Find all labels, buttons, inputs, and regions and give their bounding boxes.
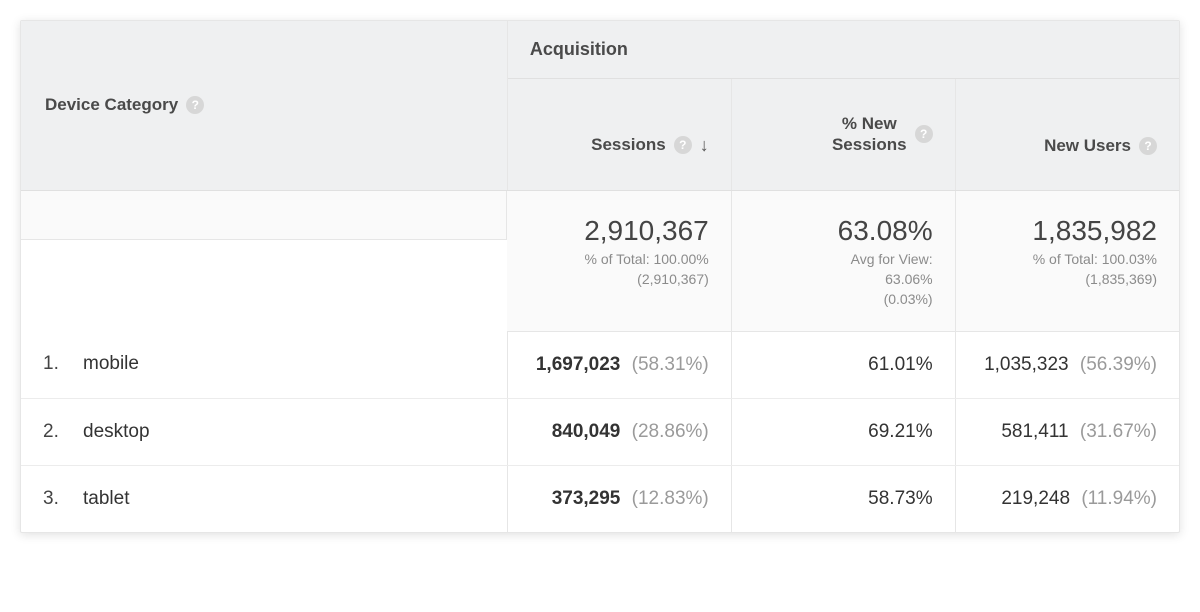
new-users-header-label: New Users — [1044, 136, 1131, 156]
pct-new-value: 58.73% — [868, 488, 932, 509]
sessions-pct: (58.31%) — [632, 354, 709, 375]
totals-sessions-value: 2,910,367 — [529, 215, 708, 247]
sessions-value: 373,295 — [552, 488, 621, 509]
pct-new-value: 61.01% — [868, 354, 932, 375]
pct-new-cell: 58.73% — [731, 465, 955, 532]
header-row-1: Device Category Acquisition — [21, 21, 1179, 79]
new-users-cell: 219,248 (11.94%) — [955, 465, 1179, 532]
dimension-header[interactable]: Device Category — [21, 21, 507, 190]
new-users-column-header[interactable]: New Users — [955, 79, 1179, 191]
dimension-cell: 2. desktop — [21, 398, 507, 465]
new-users-cell: 581,411 (31.67%) — [955, 398, 1179, 465]
pct-new-cell: 61.01% — [731, 331, 955, 398]
pct-new-sessions-column-header[interactable]: % New Sessions — [731, 79, 955, 191]
acquisition-group-label: Acquisition — [530, 39, 628, 59]
help-icon[interactable] — [186, 96, 204, 114]
totals-sessions-sub1: % of Total: 100.00% — [529, 251, 708, 267]
new-users-pct: (11.94%) — [1081, 488, 1157, 509]
help-icon[interactable] — [915, 125, 933, 143]
totals-pct-new-value: 63.08% — [754, 215, 933, 247]
row-label: tablet — [83, 488, 129, 510]
new-users-pct: (31.67%) — [1080, 421, 1157, 442]
totals-new-users-sub1: % of Total: 100.03% — [978, 251, 1157, 267]
totals-sessions-cell: 2,910,367 % of Total: 100.00% (2,910,367… — [507, 190, 731, 331]
new-users-value: 219,248 — [1001, 488, 1070, 509]
totals-row: 2,910,367 % of Total: 100.00% (2,910,367… — [21, 190, 1179, 331]
sessions-header-label: Sessions — [591, 135, 666, 155]
totals-pct-new-sub3: (0.03%) — [754, 291, 933, 307]
totals-pct-new-sub1: Avg for View: — [754, 251, 933, 267]
pct-new-value: 69.21% — [868, 421, 932, 442]
new-users-pct: (56.39%) — [1080, 354, 1157, 375]
new-users-value: 581,411 — [1001, 421, 1068, 442]
sessions-value: 1,697,023 — [536, 354, 621, 375]
dimension-cell: 1. mobile — [21, 331, 507, 398]
sort-descending-icon: ↓ — [700, 135, 709, 156]
totals-dimension-cell — [21, 191, 507, 240]
totals-new-users-cell: 1,835,982 % of Total: 100.03% (1,835,369… — [955, 190, 1179, 331]
row-index: 3. — [43, 488, 65, 510]
totals-new-users-sub2: (1,835,369) — [978, 271, 1157, 287]
table-row[interactable]: 2. desktop 840,049 (28.86%) 69.21% 581,4… — [21, 398, 1179, 465]
sessions-cell: 373,295 (12.83%) — [507, 465, 731, 532]
totals-new-users-value: 1,835,982 — [978, 215, 1157, 247]
sessions-pct: (28.86%) — [632, 421, 709, 442]
new-users-cell: 1,035,323 (56.39%) — [955, 331, 1179, 398]
help-icon[interactable] — [1139, 137, 1157, 155]
pct-new-sessions-header-label: % New Sessions — [832, 113, 907, 156]
sessions-cell: 840,049 (28.86%) — [507, 398, 731, 465]
help-icon[interactable] — [674, 136, 692, 154]
row-label: mobile — [83, 353, 139, 375]
totals-sessions-sub2: (2,910,367) — [529, 271, 708, 287]
row-index: 2. — [43, 421, 65, 443]
sessions-value: 840,049 — [552, 421, 621, 442]
table-row[interactable]: 3. tablet 373,295 (12.83%) 58.73% 219,24… — [21, 465, 1179, 532]
pct-new-cell: 69.21% — [731, 398, 955, 465]
dimension-cell: 3. tablet — [21, 465, 507, 532]
new-users-value: 1,035,323 — [984, 354, 1069, 375]
sessions-cell: 1,697,023 (58.31%) — [507, 331, 731, 398]
row-label: desktop — [83, 421, 150, 443]
analytics-table: Device Category Acquisition Sessions ↓ — [21, 21, 1179, 532]
totals-pct-new-sub2: 63.06% — [754, 271, 933, 287]
acquisition-group-header: Acquisition — [507, 21, 1179, 79]
row-index: 1. — [43, 353, 65, 375]
sessions-column-header[interactable]: Sessions ↓ — [507, 79, 731, 191]
table-row[interactable]: 1. mobile 1,697,023 (58.31%) 61.01% 1,03… — [21, 331, 1179, 398]
dimension-header-label: Device Category — [45, 95, 178, 115]
sessions-pct: (12.83%) — [632, 488, 709, 509]
analytics-table-card: Device Category Acquisition Sessions ↓ — [20, 20, 1180, 533]
totals-pct-new-cell: 63.08% Avg for View: 63.06% (0.03%) — [731, 190, 955, 331]
